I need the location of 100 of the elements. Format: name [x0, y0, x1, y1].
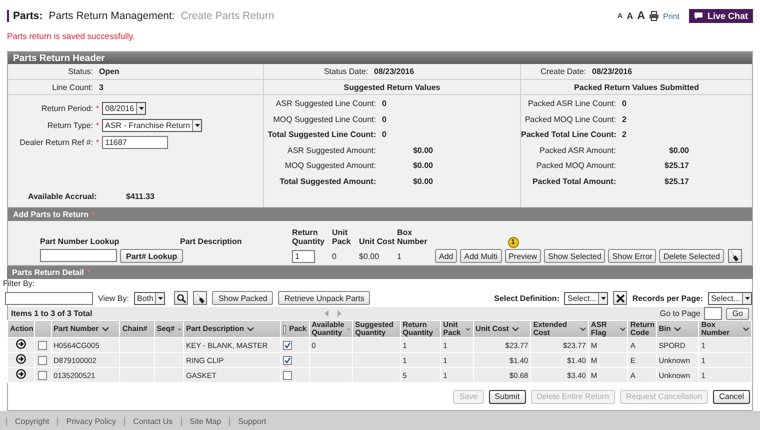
text-size-button[interactable]: A — [637, 10, 646, 22]
summary-value: 0 — [382, 99, 386, 108]
column-header: Box Number — [397, 228, 428, 246]
checkbox[interactable] — [283, 324, 286, 334]
action-button[interactable]: Show Selected — [544, 249, 606, 263]
sort-caret-icon[interactable] — [742, 326, 749, 332]
summary-label: MOQ Suggested Amount: — [284, 161, 376, 170]
status-value: Open — [99, 67, 120, 76]
filter-label: Filter By: — [3, 279, 35, 288]
print-link[interactable]: Print — [663, 12, 680, 20]
clear-button[interactable] — [193, 291, 208, 305]
action-button[interactable]: Show Packed — [212, 291, 274, 305]
definition-dropdown[interactable]: Select... — [564, 292, 608, 304]
caret-icon — [744, 294, 750, 302]
summary-value: $0.00 — [412, 161, 433, 170]
arrow-circle-icon[interactable] — [16, 339, 26, 349]
box-number-value: 1 — [397, 252, 402, 260]
records-label: Records per Page: — [632, 294, 704, 302]
action-button[interactable]: Add Multi — [460, 249, 502, 263]
arrow-circle-icon[interactable] — [16, 354, 26, 364]
action-button[interactable]: Delete Selected — [659, 249, 724, 263]
accrual-value: $411.33 — [126, 192, 154, 201]
arrow-circle-icon[interactable] — [16, 369, 26, 379]
breadcrumb-link[interactable]: Parts Return Management: — [48, 10, 175, 22]
unit-cost-value: $0.00 — [359, 252, 380, 260]
footer-link[interactable]: Privacy Policy — [57, 416, 124, 426]
records-dropdown[interactable]: Select... — [708, 292, 752, 304]
create-date-value: 08/23/2016 — [592, 67, 632, 76]
footer-link[interactable]: Site Map — [180, 416, 230, 426]
field-label: Return Type: — [46, 121, 93, 130]
page-field[interactable] — [704, 307, 722, 320]
section-title: Parts: — [13, 10, 43, 22]
sort-caret-icon[interactable] — [512, 326, 519, 332]
column-header: Unit Cost — [359, 237, 396, 246]
go-button[interactable]: Go — [726, 308, 749, 320]
caret-icon — [156, 294, 164, 302]
summary-label: Packed Total Line Count: — [521, 130, 616, 140]
checkbox[interactable] — [283, 356, 292, 365]
caret-icon — [138, 105, 145, 112]
summary-label: Total Suggested Amount: — [278, 176, 376, 186]
checkbox[interactable] — [283, 340, 292, 350]
row-checkbox[interactable] — [38, 340, 48, 350]
sort-caret-icon[interactable] — [580, 326, 586, 332]
lookup-button[interactable]: Part# Lookup — [120, 249, 184, 263]
summary-value: 0 — [382, 130, 386, 140]
accrual-label: Available Accrual: — [27, 192, 98, 201]
footer-link[interactable]: Copyright — [6, 416, 58, 426]
brush-icon — [730, 250, 740, 262]
summary-value: $0.00 — [412, 146, 433, 155]
row-checkbox[interactable] — [38, 356, 48, 365]
footer-link[interactable]: Contact Us — [124, 416, 181, 426]
checkbox[interactable] — [283, 370, 292, 380]
section-title: Parts Return Detail — [12, 268, 84, 277]
sort-caret-icon[interactable] — [674, 326, 681, 332]
required-marker: * — [96, 104, 100, 113]
items-count: Items 1 to 3 of 3 Total — [11, 309, 92, 318]
create-date-label: Create Date: — [540, 67, 586, 76]
go-to-page-label: Go to Page — [660, 309, 700, 318]
row-checkbox[interactable] — [38, 370, 48, 380]
action-button[interactable]: Add — [435, 249, 458, 263]
quantity-field[interactable]: 1 — [292, 250, 315, 262]
column-header: Part Description — [180, 237, 243, 246]
text-field[interactable]: 11687 — [102, 136, 168, 149]
search-button[interactable] — [174, 291, 188, 305]
dropdown[interactable]: 08/2016 — [102, 102, 146, 115]
summary-label: Packed MOQ Line Count: — [524, 114, 616, 124]
sort-caret-icon[interactable] — [620, 326, 626, 332]
sort-caret-icon[interactable] — [466, 326, 471, 332]
sort-caret-icon[interactable] — [178, 326, 182, 332]
live-chat-button[interactable]: Live Chat — [689, 9, 753, 23]
column-header: Part Number Lookup — [40, 237, 120, 246]
required-marker: * — [96, 138, 100, 147]
caret-icon — [600, 294, 607, 302]
field-label: Dealer Return Ref #: — [18, 138, 93, 147]
brush-icon — [196, 292, 205, 304]
status-label: Status: — [67, 67, 93, 76]
dropdown[interactable]: ASR - Franchise Return — [102, 119, 202, 132]
summary-value: 0 — [382, 114, 386, 124]
part-number-field[interactable] — [40, 249, 117, 262]
action-button[interactable]: Submit — [488, 390, 526, 404]
caret-icon — [194, 122, 201, 129]
view-by-dropdown[interactable]: Both — [134, 292, 166, 304]
required-marker: * — [92, 210, 95, 219]
filter-field[interactable] — [5, 292, 93, 304]
action-button[interactable]: Preview — [504, 249, 542, 263]
action-button[interactable]: Show Error — [608, 249, 656, 263]
text-size-button[interactable]: A — [626, 11, 634, 21]
view-by-label: View By: — [98, 294, 129, 302]
footer-link[interactable]: Support — [229, 416, 274, 426]
action-button[interactable]: Cancel — [713, 390, 750, 404]
summary-label: Packed ASR Amount: — [538, 146, 616, 155]
sort-caret-icon[interactable] — [102, 326, 109, 332]
summary-value: $25.17 — [664, 161, 689, 170]
sort-caret-icon[interactable] — [347, 326, 350, 332]
printer-icon[interactable] — [649, 11, 660, 21]
clear-button[interactable] — [728, 249, 742, 263]
summary-value: $0.00 — [412, 176, 433, 186]
action-button[interactable]: Retrieve Unpack Parts — [278, 291, 370, 305]
clear-definition-button[interactable] — [613, 291, 628, 305]
sort-caret-icon[interactable] — [247, 326, 254, 332]
